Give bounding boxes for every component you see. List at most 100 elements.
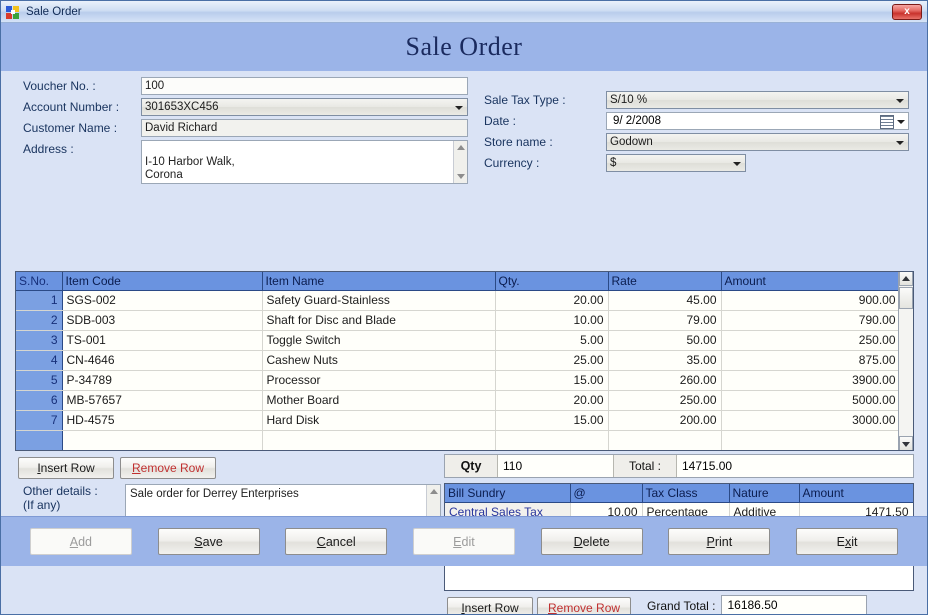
cell-code[interactable]: TS-001 [62,330,263,351]
cell-sno[interactable]: 3 [16,330,63,351]
column-header-amount[interactable]: Amount [721,272,901,291]
cell-name[interactable]: Cashew Nuts [262,350,496,371]
cell-qty[interactable]: 10.00 [495,310,609,331]
cell-sno[interactable]: 7 [16,410,63,431]
cell-code[interactable]: SDB-003 [62,310,263,331]
column-header-nature[interactable]: Nature [729,484,800,503]
cell-rate[interactable]: 200.00 [608,410,722,431]
cell-code[interactable]: SGS-002 [62,290,263,311]
cell-qty[interactable]: 20.00 [495,290,609,311]
cell-code[interactable]: HD-4575 [62,410,263,431]
cell-sno[interactable]: 4 [16,350,63,371]
cell-qty[interactable]: 20.00 [495,390,609,411]
cell-sno[interactable]: 5 [16,370,63,391]
scroll-up-icon[interactable] [899,272,913,286]
cell-rate[interactable]: 79.00 [608,310,722,331]
delete-button[interactable]: Delete [540,528,643,555]
account-number-select[interactable]: 301653XC456 [141,98,468,116]
items-grid[interactable]: S.No. Item Code Item Name Qty. Rate Amou… [15,271,914,451]
sundry-insert-row-button[interactable]: Insert Row [447,597,533,614]
exit-button[interactable]: Exit [796,528,899,555]
voucher-no-input[interactable]: 100 [141,77,468,95]
scroll-up-icon[interactable] [456,145,465,150]
address-scrollbar[interactable] [453,141,467,183]
print-button[interactable]: Print [668,528,771,555]
cell-qty[interactable] [495,430,609,450]
customer-name-input[interactable]: David Richard [141,119,468,137]
column-header-item-name[interactable]: Item Name [262,272,496,291]
cell-name[interactable]: Processor [262,370,496,391]
cell-qty[interactable]: 15.00 [495,370,609,391]
cell-rate[interactable]: 35.00 [608,350,722,371]
scroll-down-icon[interactable] [456,174,465,179]
cancel-button[interactable]: Cancel [285,528,388,555]
cell-qty[interactable]: 25.00 [495,350,609,371]
items-grid-scrollbar[interactable] [898,272,913,450]
sundry-remove-row-button[interactable]: Remove Row [537,597,632,614]
cell-code[interactable] [62,430,263,450]
cell-code[interactable]: P-34789 [62,370,263,391]
cell-sno[interactable]: 2 [16,310,63,331]
add-button[interactable]: Add [29,528,132,555]
store-name-select[interactable]: Godown [606,133,909,151]
cell-sno[interactable]: 6 [16,390,63,411]
table-row[interactable]: 3 TS-001 Toggle Switch 5.00 50.00 250.00 [16,330,901,351]
scrollbar-thumb[interactable] [899,287,913,309]
column-header-rate[interactable]: @ [570,484,643,503]
table-row[interactable]: 6 MB-57657 Mother Board 20.00 250.00 500… [16,390,901,411]
cell-sno[interactable]: 1 [16,290,63,311]
column-header-qty[interactable]: Qty. [495,272,609,291]
cell-sno[interactable] [16,430,63,450]
cell-qty[interactable]: 15.00 [495,410,609,431]
cell-amount[interactable] [721,430,901,450]
sale-tax-type-select[interactable]: S/10 % [606,91,909,109]
cell-qty[interactable]: 5.00 [495,330,609,351]
cell-name[interactable] [262,430,496,450]
column-header-amount[interactable]: Amount [799,484,913,503]
grand-total-value[interactable]: 16186.50 [721,595,868,614]
cell-name[interactable]: Shaft for Disc and Blade [262,310,496,331]
cell-rate[interactable]: 260.00 [608,370,722,391]
cell-name[interactable]: Mother Board [262,390,496,411]
table-row[interactable]: 5 P-34789 Processor 15.00 260.00 3900.00 [16,370,901,391]
save-button[interactable]: Save [157,528,260,555]
column-header-sno[interactable]: S.No. [16,272,63,291]
calendar-icon[interactable] [880,115,894,129]
cell-name[interactable]: Safety Guard-Stainless [262,290,496,311]
scroll-down-icon[interactable] [899,436,913,450]
cell-code[interactable]: MB-57657 [62,390,263,411]
cell-name[interactable]: Toggle Switch [262,330,496,351]
currency-select[interactable]: $ [606,154,746,172]
table-row[interactable]: 2 SDB-003 Shaft for Disc and Blade 10.00… [16,310,901,331]
address-textarea[interactable]: I-10 Harbor Walk, Corona [141,140,468,184]
date-picker[interactable]: 9/ 2/2008 [606,112,909,130]
table-row[interactable]: 7 HD-4575 Hard Disk 15.00 200.00 3000.00 [16,410,901,431]
cell-amount[interactable]: 875.00 [721,350,901,371]
cell-amount[interactable]: 250.00 [721,330,901,351]
cell-amount[interactable]: 5000.00 [721,390,901,411]
cell-rate[interactable]: 45.00 [608,290,722,311]
cell-amount[interactable]: 900.00 [721,290,901,311]
total-value[interactable]: 14715.00 [677,455,913,477]
column-header-bill-sundry[interactable]: Bill Sundry [445,484,571,503]
cell-rate[interactable]: 250.00 [608,390,722,411]
chevron-down-icon[interactable] [897,120,905,124]
column-header-rate[interactable]: Rate [608,272,722,291]
cell-name[interactable]: Hard Disk [262,410,496,431]
table-row-empty[interactable] [16,430,901,450]
scroll-up-icon[interactable] [429,489,438,494]
table-row[interactable]: 4 CN-4646 Cashew Nuts 25.00 35.00 875.00 [16,350,901,371]
cell-code[interactable]: CN-4646 [62,350,263,371]
remove-row-button[interactable]: Remove Row [120,457,216,479]
qty-value[interactable]: 110 [498,455,614,477]
cell-rate[interactable]: 50.00 [608,330,722,351]
close-icon[interactable]: x [892,3,922,20]
column-header-tax-class[interactable]: Tax Class [642,484,730,503]
cell-amount[interactable]: 3900.00 [721,370,901,391]
cell-amount[interactable]: 790.00 [721,310,901,331]
cell-amount[interactable]: 3000.00 [721,410,901,431]
table-row[interactable]: 1 SGS-002 Safety Guard-Stainless 20.00 4… [16,290,901,311]
column-header-item-code[interactable]: Item Code [62,272,263,291]
edit-button[interactable]: Edit [412,528,515,555]
insert-row-button[interactable]: Insert Row [18,457,114,479]
